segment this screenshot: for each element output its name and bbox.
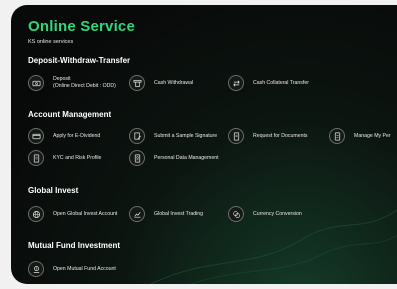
section-title-mutual: Mutual Fund Investment [28,241,120,250]
personal-data-management-item[interactable]: Personal Data Management [129,150,219,166]
currency-conversion-item[interactable]: Currency Conversion [228,206,302,222]
personal-data-icon [129,150,145,166]
kyc-risk-profile-label: KYC and Risk Profile [53,154,102,161]
globe-icon [28,206,44,222]
chart-icon [129,206,145,222]
card-icon [28,128,44,144]
cash-withdrawal-item[interactable]: Cash Withdrawal [129,75,193,91]
deposit-sublabel: (Online Direct Debit : ODD) [53,83,116,89]
sample-signature-item[interactable]: Submit a Sample Signature [129,128,217,144]
sample-signature-label: Submit a Sample Signature [154,132,218,139]
mutual-fund-icon: $ [28,261,44,277]
global-invest-trading-item[interactable]: Global Invest Trading [129,206,203,222]
currency-conversion-icon [228,206,244,222]
kyc-document-icon [28,150,44,166]
open-mutual-fund-item[interactable]: $ Open Mutual Fund Account [28,261,116,277]
online-service-panel: Online Service KS online services Deposi… [11,5,397,284]
page-subtitle: KS online services [28,39,74,45]
open-global-invest-label: Open Global Invest Account [53,210,118,217]
cash-collateral-transfer-item[interactable]: Cash Collateral Transfer [228,75,309,91]
page-title: Online Service [28,18,136,35]
profile-document-icon [329,128,345,144]
deposit-icon [28,75,44,91]
section-title-deposit: Deposit-Withdraw-Transfer [28,56,131,65]
manage-my-profile-item[interactable]: Manage My Per [329,128,391,144]
e-dividend-label: Apply for E-Dividend [53,132,101,139]
manage-my-profile-label: Manage My Per [354,132,391,139]
personal-data-management-label: Personal Data Management [154,154,219,161]
global-invest-trading-label: Global Invest Trading [154,210,204,217]
open-global-invest-item[interactable]: Open Global Invest Account [28,206,117,222]
e-dividend-item[interactable]: Apply for E-Dividend [28,128,100,144]
signature-icon [129,128,145,144]
section-title-account: Account Management [28,110,112,119]
currency-conversion-label: Currency Conversion [253,210,302,217]
transfer-arrows-icon [228,75,244,91]
document-icon [228,128,244,144]
deposit-odd-item[interactable]: Deposit (Online Direct Debit : ODD) [28,75,116,91]
cash-withdrawal-label: Cash Withdrawal [154,79,194,86]
cash-withdrawal-icon [129,75,145,91]
section-title-global: Global Invest [28,186,79,195]
deposit-label: Deposit [53,76,71,82]
cash-collateral-transfer-label: Cash Collateral Transfer [253,79,309,86]
request-documents-item[interactable]: Request for Documents [228,128,308,144]
kyc-risk-profile-item[interactable]: KYC and Risk Profile [28,150,101,166]
request-documents-label: Request for Documents [253,132,308,139]
open-mutual-fund-label: Open Mutual Fund Account [53,265,116,272]
